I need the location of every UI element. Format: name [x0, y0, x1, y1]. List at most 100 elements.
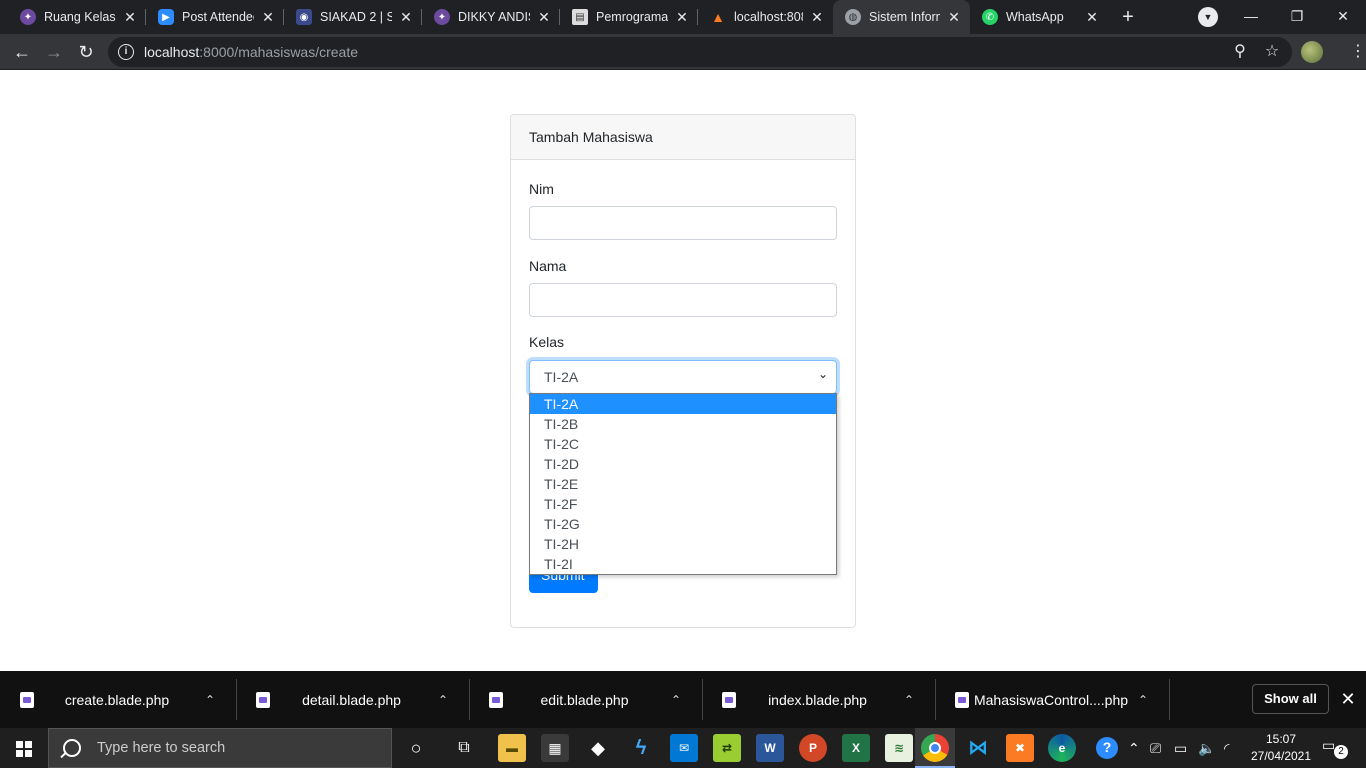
- close-tab-icon[interactable]: ✕: [122, 9, 138, 25]
- chevron-up-icon[interactable]: ⌃: [666, 693, 686, 707]
- download-item[interactable]: edit.blade.php ⌃: [469, 671, 702, 728]
- kelas-option[interactable]: TI-2G: [530, 514, 836, 534]
- new-tab-button[interactable]: +: [1116, 5, 1140, 29]
- volume-icon[interactable]: 🔈: [1198, 738, 1215, 758]
- meet-now-icon[interactable]: ⎚: [1150, 738, 1161, 758]
- nim-label: Nim: [529, 181, 554, 197]
- system-clock[interactable]: 15:07 27/04/2021: [1246, 731, 1316, 765]
- more-menu-icon[interactable]: ⋮: [1350, 40, 1366, 64]
- notification-count-badge: 2: [1334, 745, 1348, 759]
- tab-search-icon[interactable]: ▼: [1198, 7, 1218, 27]
- tab-dikky-andis[interactable]: ✦ DIKKY ANDIS ✕: [422, 0, 560, 34]
- kelas-option[interactable]: TI-2A: [530, 394, 836, 414]
- file-icon: [722, 691, 736, 708]
- kelas-select[interactable]: TI-2A ⌄: [529, 360, 837, 394]
- wifi-icon[interactable]: ◜: [1224, 738, 1229, 758]
- store-icon[interactable]: ▦: [541, 734, 569, 762]
- file-icon: [20, 691, 34, 708]
- back-arrow-icon[interactable]: ←: [10, 40, 34, 64]
- globe-icon: ◍: [845, 9, 861, 25]
- help-icon[interactable]: ?: [1096, 737, 1118, 759]
- close-tab-icon[interactable]: ✕: [536, 9, 552, 25]
- close-icon[interactable]: ✕: [1338, 687, 1358, 711]
- dropbox-icon[interactable]: ◆: [584, 734, 612, 762]
- close-tab-icon[interactable]: ✕: [674, 9, 690, 25]
- sync-icon[interactable]: ⇄: [713, 734, 741, 762]
- taskbar-search-box[interactable]: Type here to search: [48, 728, 392, 768]
- reload-icon[interactable]: ↻: [74, 40, 98, 64]
- download-item[interactable]: index.blade.php ⌃: [702, 671, 935, 728]
- card-title: Tambah Mahasiswa: [511, 115, 855, 160]
- chevron-up-icon[interactable]: ⌃: [1133, 693, 1153, 707]
- info-icon[interactable]: i: [118, 44, 134, 60]
- window-close-icon[interactable]: ✕: [1320, 0, 1366, 34]
- tab-post-attendee[interactable]: ▶ Post Attendee ✕: [146, 0, 284, 34]
- close-tab-icon[interactable]: ✕: [398, 9, 414, 25]
- restore-icon[interactable]: ❐: [1274, 0, 1320, 34]
- zoom-magnifier-icon[interactable]: ⚲: [1230, 42, 1250, 62]
- powerpoint-icon[interactable]: P: [799, 734, 827, 762]
- browser-tab-strip: ✦ Ruang Kelas - ✕ ▶ Post Attendee ✕ ◉ SI…: [0, 0, 1366, 34]
- excel-icon[interactable]: X: [842, 734, 870, 762]
- show-all-button[interactable]: Show all: [1252, 684, 1329, 714]
- file-icon: [955, 691, 969, 708]
- kelas-option[interactable]: TI-2E: [530, 474, 836, 494]
- university-seal-icon: ✦: [20, 9, 36, 25]
- tab-pemrograman[interactable]: ▤ Pemrograman ✕: [560, 0, 698, 34]
- close-tab-icon[interactable]: ✕: [809, 9, 825, 25]
- task-view-icon[interactable]: ⧉: [450, 734, 478, 762]
- edge-icon[interactable]: e: [1048, 734, 1076, 762]
- windows-start-icon[interactable]: [0, 728, 48, 768]
- sourcetree-icon[interactable]: ϟ: [627, 734, 655, 762]
- file-icon: [256, 691, 270, 708]
- close-tab-icon[interactable]: ✕: [1084, 9, 1100, 25]
- vscode-icon[interactable]: ⋈: [964, 734, 992, 762]
- tab-ruang-kelas[interactable]: ✦ Ruang Kelas - ✕: [8, 0, 146, 34]
- word-icon[interactable]: W: [756, 734, 784, 762]
- notepad-plus-icon[interactable]: ≋: [885, 734, 913, 762]
- bookmark-star-icon[interactable]: ☆: [1262, 42, 1282, 62]
- cortana-icon[interactable]: ○: [402, 734, 430, 762]
- profile-avatar[interactable]: [1301, 41, 1323, 63]
- close-tab-icon[interactable]: ✕: [946, 9, 962, 25]
- xampp-icon[interactable]: ✖: [1006, 734, 1034, 762]
- downloads-bar: create.blade.php ⌃ detail.blade.php ⌃ ed…: [0, 671, 1366, 728]
- kelas-dropdown-list: TI-2A TI-2B TI-2C TI-2D TI-2E TI-2F TI-2…: [529, 393, 837, 575]
- nama-input[interactable]: [529, 283, 837, 317]
- download-item[interactable]: detail.blade.php ⌃: [236, 671, 469, 728]
- tab-siakad[interactable]: ◉ SIAKAD 2 | Sis ✕: [284, 0, 422, 34]
- kelas-option[interactable]: TI-2D: [530, 454, 836, 474]
- download-item[interactable]: MahasiswaControl....php ⌃: [935, 671, 1169, 728]
- notification-center-icon[interactable]: ▭ 2: [1322, 737, 1348, 759]
- battery-icon[interactable]: ▭: [1174, 738, 1187, 758]
- xampp-icon: ▲: [711, 9, 725, 25]
- mail-icon[interactable]: ✉: [670, 734, 698, 762]
- windows-taskbar: Type here to search ○ ⧉ ▬ ▦ ◆ ϟ ✉ ⇄ W P …: [0, 728, 1366, 768]
- close-tab-icon[interactable]: ✕: [260, 9, 276, 25]
- kelas-option[interactable]: TI-2B: [530, 414, 836, 434]
- minimize-icon[interactable]: —: [1228, 0, 1274, 34]
- chevron-up-icon[interactable]: ⌃: [1128, 738, 1140, 758]
- kelas-option[interactable]: TI-2I: [530, 554, 836, 574]
- kelas-selected-value: TI-2A: [544, 369, 579, 385]
- file-explorer-icon[interactable]: ▬: [498, 734, 526, 762]
- nama-label: Nama: [529, 258, 567, 274]
- page-content: Tambah Mahasiswa Nim Nama Kelas TI-2A ⌄ …: [0, 71, 1366, 671]
- kelas-option[interactable]: TI-2F: [530, 494, 836, 514]
- chevron-up-icon[interactable]: ⌃: [433, 693, 453, 707]
- forward-arrow-icon[interactable]: →: [42, 40, 66, 64]
- address-bar[interactable]: i localhost:8000/mahasiswas/create: [108, 37, 1292, 67]
- chevron-up-icon[interactable]: ⌃: [899, 693, 919, 707]
- tab-sistem-informasi[interactable]: ◍ Sistem Inform ✕: [833, 0, 970, 34]
- kelas-option[interactable]: TI-2H: [530, 534, 836, 554]
- download-item[interactable]: create.blade.php ⌃: [0, 671, 236, 728]
- nim-input[interactable]: [529, 206, 837, 240]
- chrome-icon[interactable]: [921, 734, 949, 762]
- chevron-up-icon[interactable]: ⌃: [200, 693, 220, 707]
- whatsapp-icon: ✆: [982, 9, 998, 25]
- kelas-option[interactable]: TI-2C: [530, 434, 836, 454]
- tab-localhost[interactable]: ▲ localhost:808 ✕: [698, 0, 833, 34]
- siakad-icon: ◉: [296, 9, 312, 25]
- zoom-icon: ▶: [158, 9, 174, 25]
- tab-whatsapp[interactable]: ✆ WhatsApp ✕: [970, 0, 1108, 34]
